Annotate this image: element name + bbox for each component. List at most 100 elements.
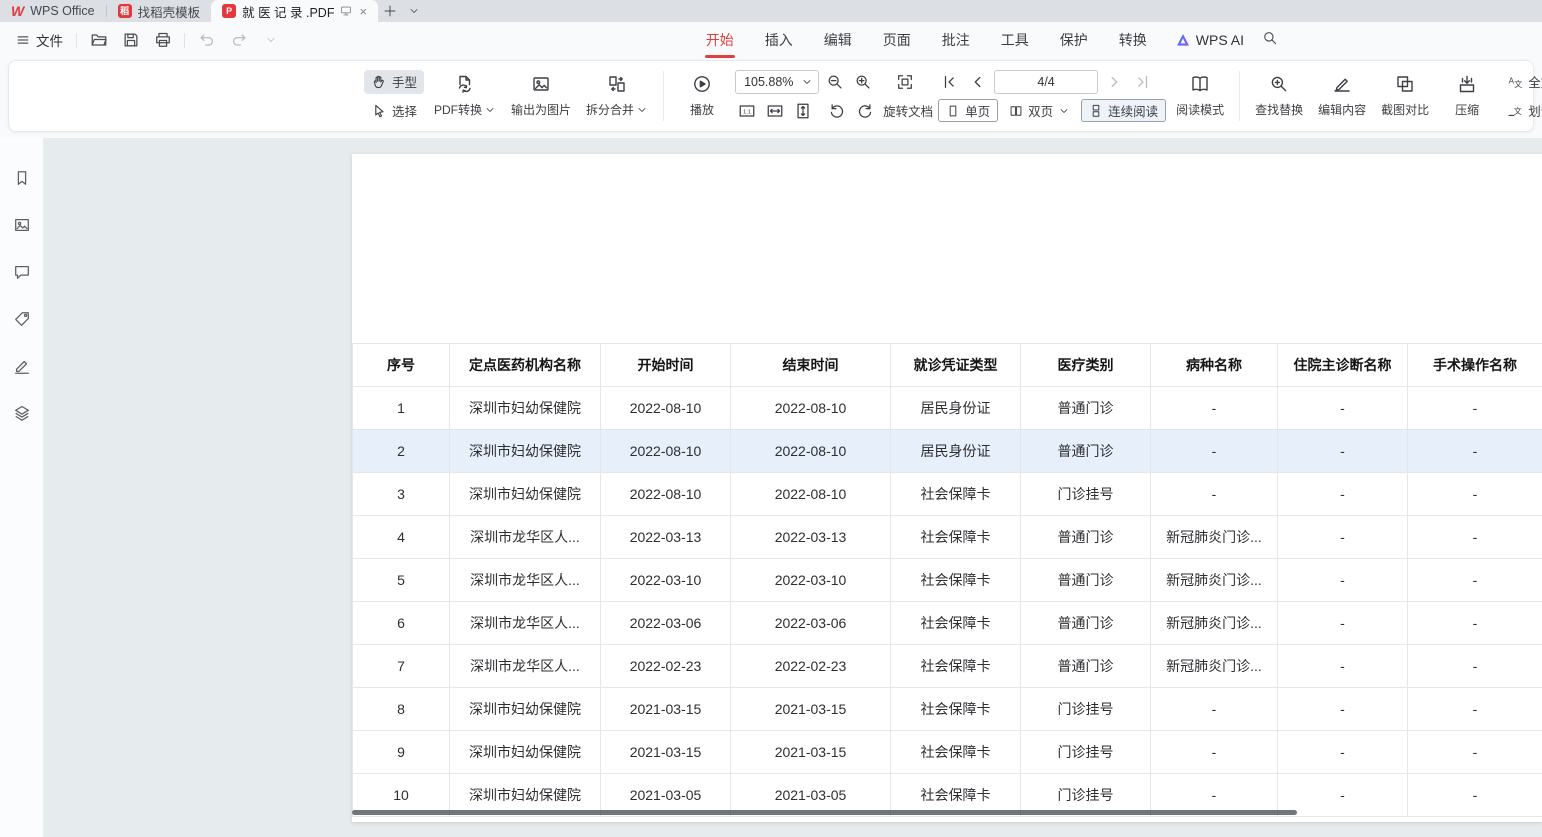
thumbnails-icon [13, 216, 31, 234]
undo-history-button[interactable] [258, 28, 283, 53]
new-tab-button[interactable] [378, 0, 402, 22]
tags-panel-button[interactable] [10, 307, 34, 331]
menu-tab-编辑[interactable]: 编辑 [822, 22, 854, 58]
tab-docer[interactable]: 稻 找稻壳模板 [107, 0, 212, 22]
file-menu-button[interactable]: 文件 [12, 30, 67, 50]
menu-tab-保护[interactable]: 保护 [1058, 22, 1090, 58]
next-page-button[interactable] [1102, 70, 1126, 94]
last-page-button[interactable] [1130, 70, 1154, 94]
zoom-value: 105.88% [744, 75, 793, 89]
compress-icon [1457, 74, 1477, 94]
open-file-button[interactable] [86, 28, 111, 53]
table-cell: - [1278, 559, 1408, 602]
table-cell: 8 [353, 688, 450, 731]
layers-panel-button[interactable] [10, 401, 34, 425]
actual-size-button[interactable]: 1:1 [735, 99, 759, 123]
table-cell: 深圳市龙华区人... [450, 559, 601, 602]
table-cell: - [1278, 602, 1408, 645]
zoom-out-button[interactable] [823, 70, 847, 94]
tab-document[interactable]: P 就 医 记 录 .PDF × [211, 0, 378, 22]
menu-tab-批注[interactable]: 批注 [940, 22, 972, 58]
save-button[interactable] [118, 28, 143, 53]
menu-tab-页面[interactable]: 页面 [881, 22, 913, 58]
fit-window-button[interactable] [893, 70, 917, 94]
table-cell: - [1151, 473, 1278, 516]
hand-tool-button[interactable]: 手型 [364, 70, 424, 94]
split-merge-button[interactable]: 拆分合并 [581, 67, 653, 125]
monitor-icon[interactable] [340, 5, 352, 17]
table-cell: - [1151, 688, 1278, 731]
full-translate-button[interactable]: A文 全文翻译 [1500, 70, 1542, 94]
pointer-tool-group: 手型 选择 [364, 70, 424, 123]
find-replace-button[interactable]: 查找替换 [1250, 67, 1308, 125]
table-cell: 普通门诊 [1021, 430, 1151, 473]
table-cell: - [1408, 516, 1542, 559]
word-translate-button[interactable]: 文 划词翻译 [1500, 99, 1542, 123]
table-cell: - [1278, 387, 1408, 430]
tab-wps-office-label: WPS Office [30, 4, 94, 18]
continuous-read-button[interactable]: 连续阅读 [1081, 99, 1166, 122]
rotate-right-button[interactable] [853, 99, 877, 123]
select-tool-button[interactable]: 选择 [364, 99, 424, 123]
previous-page-button[interactable] [966, 70, 990, 94]
compress-button[interactable]: 压缩 [1439, 67, 1495, 125]
fit-width-button[interactable] [763, 99, 787, 123]
single-page-icon [946, 104, 960, 118]
redo-button[interactable] [226, 28, 251, 53]
zoom-in-button[interactable] [851, 70, 875, 94]
horizontal-scrollbar[interactable] [352, 810, 1297, 815]
rotate-left-button[interactable] [825, 99, 849, 123]
rotate-doc-label[interactable]: 旋转文档 [883, 101, 933, 120]
single-page-button[interactable]: 单页 [938, 99, 998, 122]
document-canvas[interactable]: 序号定点医药机构名称开始时间结束时间就诊凭证类型医疗类别病种名称住院主诊断名称手… [44, 138, 1542, 837]
export-image-button[interactable]: 输出为图片 [506, 67, 576, 125]
divider [76, 33, 77, 48]
zoom-combo[interactable]: 105.88% [735, 70, 819, 94]
table-cell: 2021-03-15 [601, 731, 731, 774]
comment-icon [13, 263, 31, 281]
table-cell: 2 [353, 430, 450, 473]
read-mode-button[interactable]: 阅读模式 [1171, 67, 1229, 125]
page-indicator-value: 4/4 [1037, 75, 1054, 89]
tab-list-button[interactable] [402, 0, 426, 22]
table-cell: 6 [353, 602, 450, 645]
zoom-in-icon [854, 73, 872, 91]
table-cell: - [1151, 430, 1278, 473]
fit-height-icon [794, 102, 812, 120]
word-translate-label: 划词翻译 [1528, 101, 1542, 120]
signature-panel-button[interactable] [10, 354, 34, 378]
menu-tab-工具[interactable]: 工具 [999, 22, 1031, 58]
table-cell: 深圳市妇幼保健院 [450, 473, 601, 516]
table-cell: 普通门诊 [1021, 602, 1151, 645]
play-button[interactable]: 播放 [674, 67, 730, 125]
pdf-convert-button[interactable]: PDF转换 [429, 67, 501, 125]
table-cell: 深圳市妇幼保健院 [450, 731, 601, 774]
menu-tab-转换[interactable]: 转换 [1117, 22, 1149, 58]
edit-content-button[interactable]: 编辑内容 [1313, 67, 1371, 125]
table-cell: 3 [353, 473, 450, 516]
tab-wps-office[interactable]: W WPS Office [0, 0, 106, 22]
print-button[interactable] [150, 28, 175, 53]
undo-button[interactable] [194, 28, 219, 53]
page-indicator[interactable]: 4/4 [994, 70, 1098, 94]
table-header-cell: 开始时间 [601, 344, 731, 387]
menu-tab-插入[interactable]: 插入 [763, 22, 795, 58]
wps-ai-button[interactable]: WPS AI [1175, 32, 1244, 48]
comments-panel-button[interactable] [10, 260, 34, 284]
table-cell: 普通门诊 [1021, 387, 1151, 430]
search-button[interactable] [1262, 30, 1278, 51]
table-cell: 深圳市龙华区人... [450, 645, 601, 688]
table-row: 2深圳市妇幼保健院2022-08-102022-08-10居民身份证普通门诊--… [353, 430, 1542, 473]
first-page-button[interactable] [938, 70, 962, 94]
menu-tab-开始[interactable]: 开始 [704, 22, 736, 58]
close-tab-icon[interactable]: × [359, 5, 367, 18]
plus-icon [383, 4, 397, 18]
thumbnails-panel-button[interactable] [10, 213, 34, 237]
screenshot-compare-button[interactable]: 截图对比 [1376, 67, 1434, 125]
bookmark-panel-button[interactable] [10, 166, 34, 190]
double-page-button[interactable]: 双页 [1002, 99, 1077, 123]
fit-height-button[interactable] [791, 99, 815, 123]
continuous-read-label: 连续阅读 [1108, 101, 1158, 120]
svg-text:1:1: 1:1 [743, 109, 751, 115]
medical-records-table: 序号定点医药机构名称开始时间结束时间就诊凭证类型医疗类别病种名称住院主诊断名称手… [352, 343, 1542, 817]
